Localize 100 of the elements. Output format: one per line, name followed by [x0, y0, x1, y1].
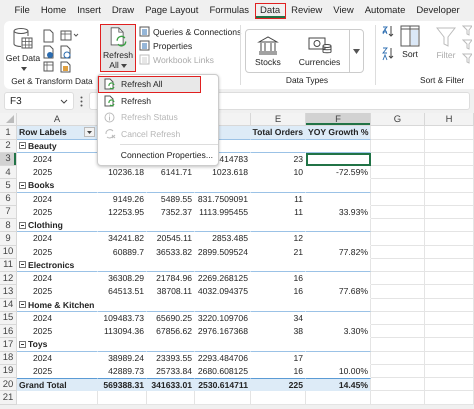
table-cell [306, 219, 371, 232]
menu-item[interactable]: Refresh [98, 92, 218, 109]
table-cell [306, 298, 371, 312]
collapse-icon[interactable] [19, 142, 26, 150]
row-header[interactable]: 19 [0, 364, 17, 378]
name-box[interactable]: F3 [4, 92, 74, 110]
row-header[interactable]: 20 [0, 378, 17, 392]
row-header[interactable]: 4 [0, 166, 17, 180]
table-cell [371, 364, 425, 378]
ribbon-tab[interactable]: Page Layout [140, 2, 204, 18]
category-label: Clothing [28, 220, 63, 230]
table-cell-text: 11 [293, 192, 304, 206]
table-cell-text: 11 [293, 206, 304, 219]
document-icon [139, 26, 150, 37]
table-cell [425, 352, 474, 365]
column-header[interactable]: G [371, 113, 425, 126]
column-header[interactable]: A [17, 113, 98, 126]
table-cell-text: 10236.18 [107, 166, 145, 180]
menu-item[interactable]: Connection Properties... [98, 147, 218, 164]
row-header[interactable]: 17 [0, 338, 17, 352]
ribbon-tab[interactable]: Home [35, 2, 72, 18]
year-label: 2024 [32, 272, 54, 286]
row-header[interactable]: 5 [0, 179, 17, 192]
refresh-all-button[interactable]: Refresh All [100, 24, 136, 72]
table-cell [425, 338, 474, 352]
sort-button[interactable]: Sort [400, 24, 420, 59]
table-cell [147, 391, 195, 404]
table-cell [425, 364, 474, 378]
table-cell: 77.82% [306, 246, 371, 259]
table-cell-text: 12 [292, 232, 304, 246]
row-header[interactable]: 14 [0, 298, 17, 312]
data-type-button[interactable]: Currencies [290, 30, 350, 72]
collapse-icon[interactable] [19, 340, 26, 348]
row-header[interactable]: 8 [0, 219, 17, 232]
table-cell [306, 338, 371, 352]
row-header[interactable]: 2 [0, 140, 17, 153]
collapse-icon[interactable] [19, 261, 26, 268]
row-header[interactable]: 9 [0, 232, 17, 246]
row-header[interactable]: 15 [0, 312, 17, 325]
category-label: Toys [28, 339, 48, 350]
connection-command[interactable]: Queries & Connections [139, 26, 242, 37]
ribbon-tab[interactable]: Data [254, 2, 286, 18]
table-cell [425, 246, 474, 259]
year-label: 2024 [32, 232, 54, 246]
ribbon-tab[interactable]: Draw [106, 2, 140, 18]
table-cell-text: 109483.73 [102, 312, 145, 325]
row-header[interactable]: 1 [0, 126, 17, 140]
row-header[interactable]: 6 [0, 192, 17, 206]
ribbon-tab[interactable]: Automate [359, 2, 411, 18]
table-cell-text: 67856.62 [155, 325, 193, 338]
row-header[interactable]: 12 [0, 272, 17, 286]
caret-icon [21, 67, 27, 72]
table-cell [425, 298, 474, 312]
table-cell-text: 2853.485 [211, 232, 249, 246]
get-data-button[interactable]: Get Data [8, 24, 38, 74]
total-label: Grand Total [17, 378, 98, 392]
table-cell-text: 38708.11 [156, 285, 193, 298]
table-cell [306, 258, 371, 272]
column-header[interactable]: F [306, 113, 371, 126]
collapse-icon[interactable] [19, 301, 26, 308]
table-cell-text: 64513.51 [107, 285, 145, 298]
info-icon [104, 112, 115, 123]
row-header[interactable]: 11 [0, 258, 17, 272]
ribbon-tab[interactable]: Insert [72, 2, 106, 18]
row-header[interactable]: 10 [0, 246, 17, 259]
table-cell [371, 206, 425, 219]
funnel-icon [436, 26, 456, 48]
table-cell [425, 325, 474, 338]
row-header[interactable]: 3 [0, 152, 17, 166]
column-header[interactable]: E [251, 113, 306, 126]
row-header[interactable]: 7 [0, 206, 17, 219]
row-header[interactable]: 13 [0, 285, 17, 298]
ribbon-tab[interactable]: Formulas [204, 2, 255, 18]
table-cell-text: 34 [292, 312, 304, 325]
row-header[interactable]: 16 [0, 325, 17, 338]
table-cell-text: 21784.96 [155, 272, 193, 286]
more-options-icon[interactable] [80, 96, 83, 106]
year-label: 2024 [32, 352, 54, 365]
row-header[interactable]: 21 [0, 391, 17, 404]
active-cell[interactable] [306, 152, 371, 166]
data-type-button[interactable]: Stocks [246, 30, 290, 72]
table-cell: 569388.31 [98, 378, 147, 392]
ribbon-tab[interactable]: Review [286, 2, 328, 18]
column-heading: Total Orders [251, 126, 306, 140]
menu-item[interactable]: Refresh All [98, 76, 202, 92]
collapse-icon[interactable] [19, 222, 26, 229]
ribbon-tab[interactable]: Developer [410, 2, 466, 18]
column-heading: YOY Growth % [306, 126, 371, 140]
table-cell-text: 23393.55 [155, 352, 193, 365]
bank-icon [256, 35, 279, 55]
collapse-icon[interactable] [19, 182, 26, 189]
connection-command[interactable]: Properties [139, 40, 242, 51]
table-cell [371, 258, 425, 272]
table-cell: 77.68% [306, 285, 371, 298]
column-header[interactable]: H [425, 113, 474, 126]
filter-dropdown-icon[interactable] [84, 127, 95, 138]
row-header[interactable]: 18 [0, 352, 17, 365]
ribbon-tab[interactable]: View [328, 2, 360, 18]
ribbon-tab[interactable]: File [9, 2, 36, 18]
table-cell [371, 352, 425, 365]
